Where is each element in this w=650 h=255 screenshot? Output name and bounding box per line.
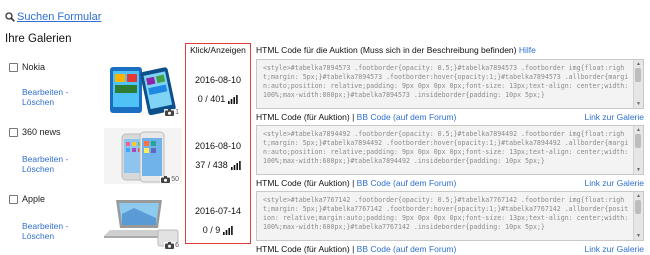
- gallery-link[interactable]: Link zur Galerie: [584, 178, 644, 188]
- search-form-link[interactable]: Suchen Formular: [5, 11, 101, 23]
- edit-link[interactable]: Bearbeiten -: [22, 154, 68, 164]
- bb-code-link[interactable]: BB Code (auf dem Forum): [357, 178, 457, 188]
- edit-link[interactable]: Bearbeiten -: [22, 221, 68, 231]
- separator: |: [352, 178, 355, 188]
- bb-code-link[interactable]: BB Code (auf dem Forum): [357, 244, 457, 254]
- gallery-date: 2016-08-10: [194, 141, 242, 151]
- gallery-link[interactable]: Link zur Galerie: [584, 244, 644, 254]
- camera-icon: [165, 242, 175, 249]
- gallery-link[interactable]: Link zur Galerie: [584, 112, 644, 122]
- separator: |: [352, 112, 355, 122]
- stats-bars-icon[interactable]: [228, 94, 238, 104]
- html-code-textarea[interactable]: <style>#tabelka7767142 .footborder{opaci…: [256, 191, 644, 241]
- views-value: 0 / 401: [197, 94, 226, 104]
- gallery-views: 37 / 438: [187, 160, 249, 170]
- image-count-value: 6: [175, 242, 179, 249]
- delete-link[interactable]: Löschen: [22, 164, 54, 174]
- html-code-link[interactable]: HTML Code (für Auktion): [256, 112, 350, 122]
- image-count-value: 1: [175, 109, 179, 116]
- views-value: 0 / 9: [202, 225, 221, 235]
- bb-code-link[interactable]: BB Code (auf dem Forum): [357, 112, 457, 122]
- html-code-text: <style>#tabelka7894492 .footborder{opaci…: [263, 130, 629, 165]
- html-code-textarea[interactable]: <style>#tabelka7894573 .footborder{opaci…: [256, 59, 644, 109]
- stats-column-header: Klick/Anzeigen: [190, 45, 246, 55]
- code-links: HTML Code (für Auktion) | BB Code (auf d…: [256, 112, 644, 122]
- delete-link[interactable]: Löschen: [22, 231, 54, 241]
- search-icon: [5, 12, 15, 22]
- image-count: 50: [160, 176, 180, 183]
- gallery-date: 2016-07-14: [194, 206, 242, 216]
- gallery-thumbnail[interactable]: 50: [104, 128, 182, 184]
- gallery-date: 2016-08-10: [194, 75, 242, 85]
- code-scrollbar[interactable]: ▲ ▼: [633, 192, 643, 240]
- help-link[interactable]: Hilfe: [519, 45, 536, 55]
- image-count: 1: [164, 109, 180, 116]
- stats-bars-icon[interactable]: [230, 160, 241, 170]
- gallery-name: Nokia: [22, 62, 46, 72]
- camera-icon: [161, 176, 171, 183]
- html-column-header: HTML Code für die Auktion (Muss sich in …: [256, 45, 536, 55]
- search-form-label: Suchen Formular: [17, 11, 102, 23]
- gallery-views: 0 / 401: [187, 94, 249, 104]
- code-links: HTML Code (für Auktion) | BB Code (auf d…: [256, 244, 644, 254]
- html-code-link[interactable]: HTML Code (für Auktion): [256, 178, 350, 188]
- html-code-link[interactable]: HTML Code (für Auktion): [256, 244, 350, 254]
- views-value: 37 / 438: [195, 160, 228, 170]
- edit-link[interactable]: Bearbeiten -: [22, 87, 68, 97]
- gallery-name: 360 news: [22, 127, 61, 137]
- html-column-header-text: HTML Code für die Auktion (Muss sich in …: [256, 45, 517, 55]
- image-count: 6: [164, 242, 180, 249]
- gallery-actions: Bearbeiten - Löschen: [22, 87, 68, 107]
- separator: |: [352, 244, 355, 254]
- delete-link[interactable]: Löschen: [22, 97, 54, 107]
- html-code-textarea[interactable]: <style>#tabelka7894492 .footborder{opaci…: [256, 125, 644, 175]
- code-scrollbar[interactable]: ▲ ▼: [633, 60, 643, 108]
- gallery-thumbnail[interactable]: 6: [104, 194, 182, 250]
- gallery-checkbox[interactable]: [9, 63, 18, 72]
- section-title: Ihre Galerien: [5, 33, 72, 45]
- gallery-checkbox[interactable]: [9, 195, 18, 204]
- code-scrollbar[interactable]: ▲ ▼: [633, 126, 643, 174]
- gallery-actions: Bearbeiten - Löschen: [22, 221, 68, 241]
- html-code-text: <style>#tabelka7767142 .footborder{opaci…: [263, 196, 629, 231]
- image-count-value: 50: [171, 176, 179, 183]
- gallery-checkbox[interactable]: [9, 128, 18, 137]
- gallery-name: Apple: [22, 194, 46, 204]
- camera-icon: [165, 109, 175, 116]
- code-links: HTML Code (für Auktion) | BB Code (auf d…: [256, 178, 644, 188]
- stats-bars-icon[interactable]: [223, 225, 233, 235]
- gallery-views: 0 / 9: [187, 225, 249, 235]
- html-code-text: <style>#tabelka7894573 .footborder{opaci…: [263, 64, 629, 99]
- gallery-thumbnail[interactable]: 1: [104, 61, 182, 117]
- gallery-actions: Bearbeiten - Löschen: [22, 154, 68, 174]
